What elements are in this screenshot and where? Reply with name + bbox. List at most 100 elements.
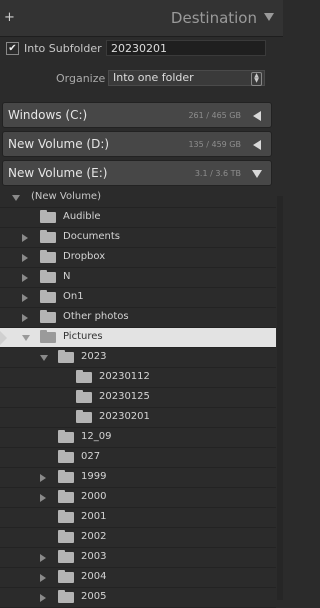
triangle-down-icon[interactable] bbox=[252, 170, 262, 178]
selection-marker-icon bbox=[0, 331, 7, 345]
folder-icon bbox=[76, 390, 92, 403]
volume-name: New Volume (D:) bbox=[8, 137, 110, 151]
into-subfolder-label: Into Subfolder bbox=[24, 42, 102, 55]
folder-row[interactable]: Audible bbox=[0, 208, 276, 228]
folder-label: 2001 bbox=[81, 511, 107, 522]
folder-icon bbox=[58, 590, 74, 603]
triangle-left-icon[interactable] bbox=[253, 111, 261, 121]
triangle-down-icon[interactable] bbox=[12, 195, 20, 201]
triangle-right-icon[interactable] bbox=[22, 254, 28, 262]
organize-value: Into one folder bbox=[113, 71, 194, 84]
folder-label: Documents bbox=[63, 231, 121, 242]
folder-row[interactable]: 20230112 bbox=[0, 368, 276, 388]
volume-e[interactable]: New Volume (E:) 3.1 / 3.6 TB bbox=[2, 160, 272, 186]
triangle-right-icon[interactable] bbox=[22, 314, 28, 322]
folder-icon bbox=[58, 550, 74, 563]
folder-row[interactable]: Other photos bbox=[0, 308, 276, 328]
organize-label: Organize bbox=[56, 72, 106, 85]
folder-icon bbox=[58, 530, 74, 543]
panel-title: Destination bbox=[170, 9, 257, 27]
folder-row[interactable]: 2023 bbox=[0, 348, 276, 368]
folder-row[interactable]: N bbox=[0, 268, 276, 288]
folder-icon bbox=[40, 270, 56, 283]
folder-label: 2023 bbox=[81, 351, 107, 362]
triangle-right-icon[interactable] bbox=[40, 574, 46, 582]
folder-row[interactable]: 2000 bbox=[0, 488, 276, 508]
destination-panel-header[interactable]: + Destination bbox=[0, 0, 283, 37]
triangle-down-icon[interactable] bbox=[264, 13, 274, 21]
subfolder-name-input[interactable]: 20230201 bbox=[106, 40, 266, 56]
folder-label: Audible bbox=[63, 211, 101, 222]
folder-label: Pictures bbox=[63, 331, 103, 342]
volume-name: New Volume (E:) bbox=[8, 166, 108, 180]
volume-size: 3.1 / 3.6 TB bbox=[194, 169, 241, 178]
folder-label: N bbox=[63, 271, 71, 282]
triangle-right-icon[interactable] bbox=[40, 494, 46, 502]
folder-row[interactable]: On1 bbox=[0, 288, 276, 308]
folder-row[interactable]: 2004 bbox=[0, 568, 276, 588]
folder-row[interactable]: 2005 bbox=[0, 588, 276, 608]
folder-row[interactable]: 1999 bbox=[0, 468, 276, 488]
folder-row[interactable]: 027 bbox=[0, 448, 276, 468]
folder-label: 1999 bbox=[81, 471, 107, 482]
organize-row: Organize Into one folder ▲ ▼ bbox=[0, 68, 283, 90]
folder-row[interactable]: 20230125 bbox=[0, 388, 276, 408]
folder-icon bbox=[40, 250, 56, 263]
folder-label: 20230125 bbox=[99, 391, 150, 402]
folder-icon bbox=[40, 230, 56, 243]
volume-size: 261 / 465 GB bbox=[188, 111, 241, 120]
folder-icon bbox=[40, 210, 56, 223]
triangle-left-icon[interactable] bbox=[253, 140, 261, 150]
folder-row[interactable]: 12_09 bbox=[0, 428, 276, 448]
folder-row[interactable]: 20230201 bbox=[0, 408, 276, 428]
folder-label: Dropbox bbox=[63, 251, 106, 262]
into-subfolder-row: ✔ Into Subfolder 20230201 bbox=[0, 38, 283, 60]
into-subfolder-checkbox[interactable]: ✔ bbox=[6, 42, 19, 55]
triangle-right-icon[interactable] bbox=[40, 474, 46, 482]
triangle-right-icon[interactable] bbox=[22, 234, 28, 242]
folder-label: On1 bbox=[63, 291, 84, 302]
folder-row[interactable]: Documents bbox=[0, 228, 276, 248]
folder-label: 2003 bbox=[81, 551, 107, 562]
triangle-right-icon[interactable] bbox=[40, 594, 46, 602]
folder-label: 2000 bbox=[81, 491, 107, 502]
select-arrows-icon: ▲ ▼ bbox=[251, 72, 262, 86]
triangle-right-icon[interactable] bbox=[22, 274, 28, 282]
folder-label: Other photos bbox=[63, 311, 129, 322]
folder-row[interactable]: 2003 bbox=[0, 548, 276, 568]
folder-row[interactable]: Pictures bbox=[0, 328, 276, 348]
triangle-right-icon[interactable] bbox=[40, 554, 46, 562]
triangle-down-icon[interactable] bbox=[22, 335, 30, 341]
volume-root-row[interactable]: (New Volume) bbox=[0, 188, 276, 208]
plus-icon[interactable]: + bbox=[4, 10, 15, 25]
folder-row[interactable]: 2001 bbox=[0, 508, 276, 528]
volume-name: Windows (C:) bbox=[8, 108, 88, 122]
organize-select[interactable]: Into one folder ▲ ▼ bbox=[108, 70, 265, 86]
folder-icon bbox=[40, 330, 56, 343]
scrollbar[interactable] bbox=[277, 196, 283, 600]
folder-icon bbox=[58, 430, 74, 443]
folder-icon bbox=[58, 490, 74, 503]
folder-label: 12_09 bbox=[81, 431, 112, 442]
folder-row[interactable]: Dropbox bbox=[0, 248, 276, 268]
volume-size: 135 / 459 GB bbox=[188, 140, 241, 149]
triangle-right-icon[interactable] bbox=[22, 294, 28, 302]
folder-icon bbox=[58, 350, 74, 363]
folder-label: 2005 bbox=[81, 591, 107, 602]
volume-d[interactable]: New Volume (D:) 135 / 459 GB bbox=[2, 131, 272, 157]
folder-row[interactable]: 2002 bbox=[0, 528, 276, 548]
folder-icon bbox=[58, 450, 74, 463]
folder-icon bbox=[58, 470, 74, 483]
volume-c[interactable]: Windows (C:) 261 / 465 GB bbox=[2, 102, 272, 128]
folder-label: 2004 bbox=[81, 571, 107, 582]
folder-label: 2002 bbox=[81, 531, 107, 542]
folder-icon bbox=[58, 570, 74, 583]
folder-icon bbox=[40, 290, 56, 303]
folder-icon bbox=[40, 310, 56, 323]
folder-label: 20230201 bbox=[99, 411, 150, 422]
folder-label: 027 bbox=[81, 451, 101, 462]
triangle-down-icon[interactable] bbox=[40, 355, 48, 361]
folder-icon bbox=[58, 510, 74, 523]
folder-icon bbox=[76, 410, 92, 423]
folder-icon bbox=[76, 370, 92, 383]
